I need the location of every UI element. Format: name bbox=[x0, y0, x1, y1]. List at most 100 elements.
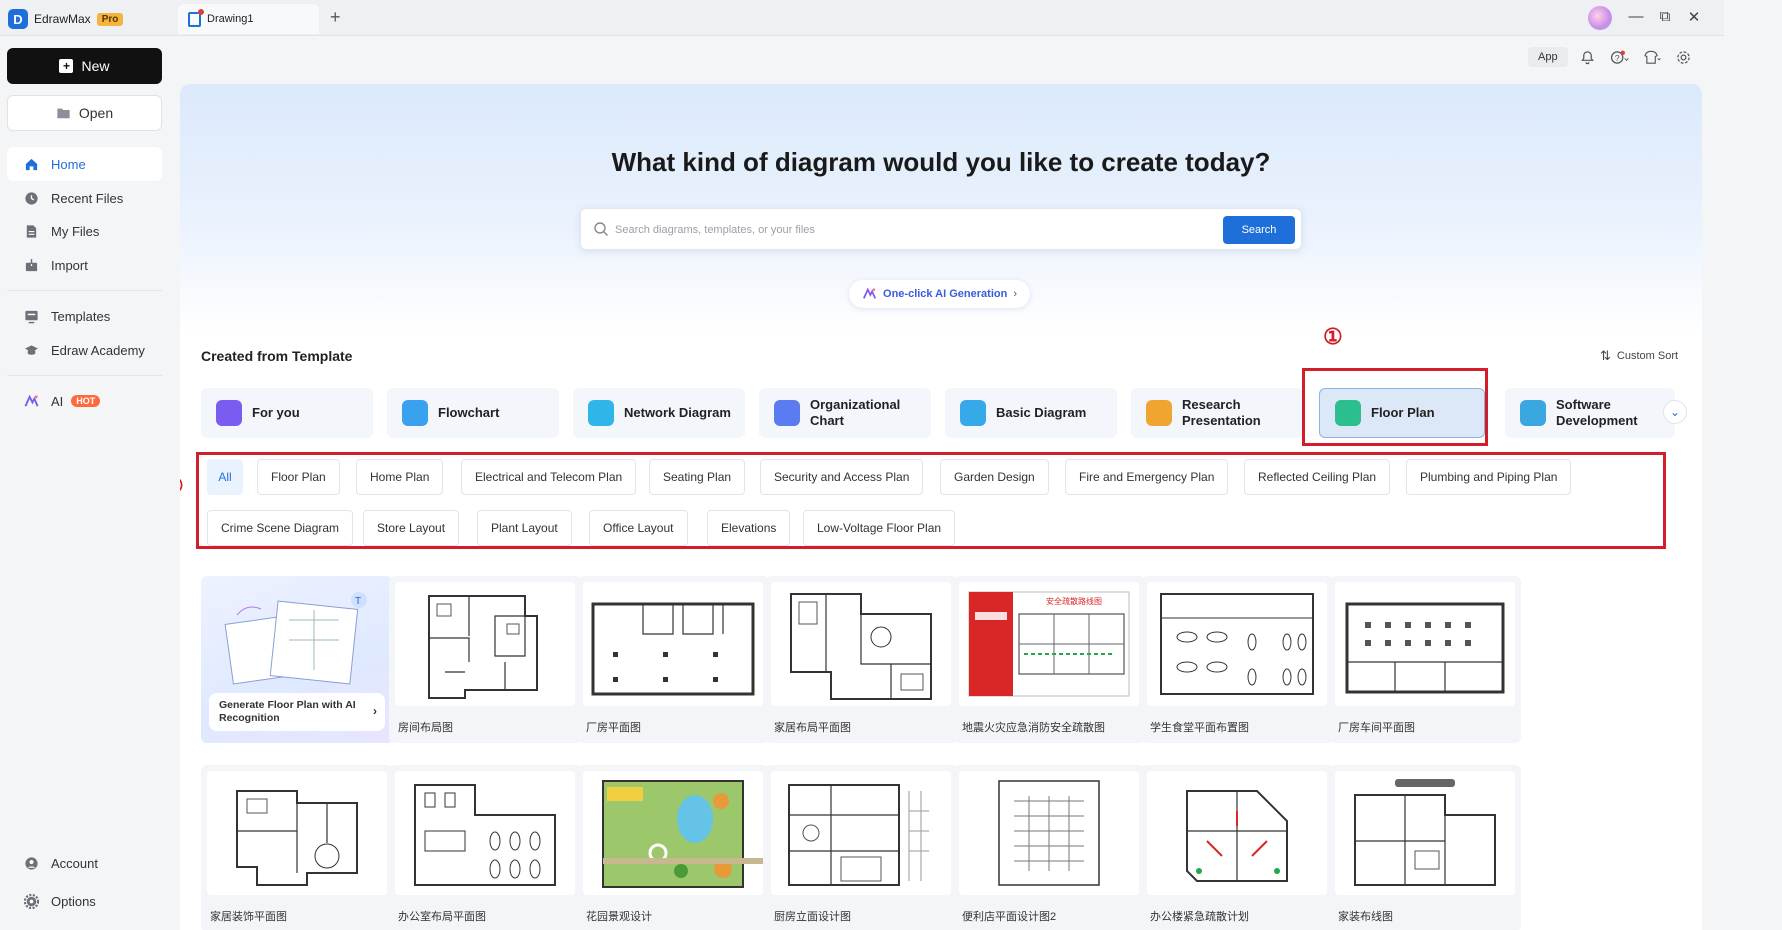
home-icon bbox=[25, 158, 38, 170]
template-label: 学生食堂平面布置图 bbox=[1150, 722, 1249, 734]
search-bar: Search bbox=[580, 208, 1302, 250]
shirt-icon[interactable] bbox=[1640, 46, 1664, 68]
template-card[interactable]: 厨房立面设计图 bbox=[765, 765, 957, 930]
filter-home-plan[interactable]: Home Plan bbox=[356, 459, 444, 495]
ai-floor-plan-illustration: T bbox=[224, 592, 367, 685]
template-card[interactable]: 便利店平面设计图2 bbox=[953, 765, 1145, 930]
ai-card-text: Generate Floor Plan with AI Recognition bbox=[219, 699, 356, 724]
new-button[interactable]: + New bbox=[7, 48, 162, 84]
sidebar-item-recent-files[interactable]: Recent Files bbox=[7, 181, 162, 215]
category-network-diagram[interactable]: Network Diagram bbox=[573, 388, 745, 438]
template-label: 办公室布局平面图 bbox=[398, 911, 486, 923]
template-card[interactable]: 房间布局图 bbox=[389, 576, 581, 743]
search-input[interactable] bbox=[615, 218, 1215, 242]
category-flowchart[interactable]: Flowchart bbox=[387, 388, 559, 438]
sidebar-item-edraw-academy[interactable]: Edraw Academy bbox=[7, 333, 162, 367]
template-thumbnail bbox=[395, 582, 575, 706]
sidebar-item-account[interactable]: Account bbox=[7, 846, 162, 880]
search-button[interactable]: Search bbox=[1223, 216, 1295, 244]
template-card[interactable]: 办公楼紧急疏散计划 bbox=[1141, 765, 1333, 930]
sidebar-item-import[interactable]: Import bbox=[7, 248, 162, 282]
template-thumbnail bbox=[1335, 771, 1515, 895]
category-basic-diagram[interactable]: Basic Diagram bbox=[945, 388, 1117, 438]
sidebar-item-label: Options bbox=[51, 893, 96, 909]
open-label: Open bbox=[78, 105, 114, 121]
template-card[interactable]: 花园景观设计 bbox=[577, 765, 769, 930]
highlight-box-1 bbox=[1302, 368, 1488, 446]
tab-drawing1[interactable]: Drawing1 bbox=[178, 4, 319, 34]
sidebar-item-templates[interactable]: Templates bbox=[7, 299, 162, 333]
template-thumbnail bbox=[1147, 771, 1327, 895]
category-label: Basic Diagram bbox=[996, 405, 1087, 420]
app-button[interactable]: App bbox=[1528, 47, 1568, 67]
sidebar-item-options[interactable]: Options bbox=[7, 884, 162, 918]
sidebar-item-label: Account bbox=[51, 855, 98, 871]
gear-icon bbox=[24, 893, 39, 909]
category-research-presentation[interactable]: Research Presentation bbox=[1131, 388, 1303, 438]
template-card[interactable]: 厂房车间平面图 bbox=[1329, 576, 1521, 743]
template-label: 房间布局图 bbox=[398, 722, 453, 734]
filter-seating-plan[interactable]: Seating Plan bbox=[649, 459, 746, 495]
filter-electrical-telecom[interactable]: Electrical and Telecom Plan bbox=[461, 459, 637, 495]
one-click-ai-button[interactable]: One-click AI Generation › bbox=[849, 280, 1030, 308]
help-icon[interactable]: ? bbox=[1608, 46, 1632, 68]
bell-icon[interactable] bbox=[1576, 46, 1600, 68]
filter-plant-layout[interactable]: Plant Layout bbox=[477, 510, 572, 546]
filter-elevations[interactable]: Elevations bbox=[707, 510, 791, 546]
search-icon bbox=[594, 222, 608, 236]
filter-low-voltage[interactable]: Low-Voltage Floor Plan bbox=[803, 510, 956, 546]
sidebar-item-label: AI bbox=[51, 393, 64, 409]
filter-fire-emergency[interactable]: Fire and Emergency Plan bbox=[1065, 459, 1229, 495]
filter-office-layout[interactable]: Office Layout bbox=[589, 510, 688, 546]
top-toolbar: App ? bbox=[1528, 46, 1696, 68]
filter-floor-plan[interactable]: Floor Plan bbox=[257, 459, 340, 495]
add-tab-icon[interactable]: + bbox=[330, 8, 341, 26]
filter-garden-design[interactable]: Garden Design bbox=[940, 459, 1049, 495]
category-for-you[interactable]: For you bbox=[201, 388, 373, 438]
document-icon bbox=[188, 8, 204, 27]
category-label: Research Presentation bbox=[1182, 397, 1261, 428]
template-card[interactable]: 安全疏散路线图 地震火灾应急消防安全疏散图 bbox=[953, 576, 1145, 743]
filter-all[interactable]: All bbox=[207, 459, 243, 495]
annotation-1: ① bbox=[1323, 324, 1343, 349]
template-card[interactable]: 家居布局平面图 bbox=[765, 576, 957, 743]
template-label: 厂房平面图 bbox=[586, 722, 641, 734]
sidebar-item-home[interactable]: Home bbox=[7, 147, 162, 181]
category-label: Software Development bbox=[1556, 397, 1638, 428]
sidebar-divider bbox=[7, 375, 162, 376]
template-card[interactable]: 厂房平面图 bbox=[577, 576, 769, 743]
flowchart-icon bbox=[402, 400, 428, 426]
filter-store-layout[interactable]: Store Layout bbox=[363, 510, 460, 546]
category-software-development[interactable]: Software Development bbox=[1505, 388, 1675, 438]
settings-icon[interactable] bbox=[1672, 46, 1696, 68]
academy-icon bbox=[24, 344, 39, 355]
sidebar-item-ai[interactable]: AI HOT bbox=[7, 384, 162, 418]
filter-plumbing-piping[interactable]: Plumbing and Piping Plan bbox=[1406, 459, 1572, 495]
chevron-down-icon[interactable]: ⌄ bbox=[1663, 400, 1687, 424]
filter-security-access[interactable]: Security and Access Plan bbox=[760, 459, 924, 495]
user-avatar[interactable] bbox=[1588, 6, 1612, 30]
import-icon bbox=[25, 258, 38, 271]
main-panel: What kind of diagram would you like to c… bbox=[180, 84, 1702, 930]
sidebar-item-label: Templates bbox=[51, 308, 111, 324]
template-card[interactable]: 办公室布局平面图 bbox=[389, 765, 581, 930]
restore-icon[interactable]: ⧉ bbox=[1656, 8, 1674, 25]
close-icon[interactable]: ✕ bbox=[1685, 8, 1703, 26]
template-card[interactable]: 家居装饰平面图 bbox=[201, 765, 393, 930]
hero-banner: What kind of diagram would you like to c… bbox=[180, 84, 1702, 334]
org-chart-icon bbox=[774, 400, 800, 426]
minimize-icon[interactable]: — bbox=[1627, 8, 1645, 25]
template-thumbnail bbox=[207, 771, 387, 895]
filter-crime-scene[interactable]: Crime Scene Diagram bbox=[207, 510, 354, 546]
category-organizational-chart[interactable]: Organizational Chart bbox=[759, 388, 931, 438]
filter-reflected-ceiling[interactable]: Reflected Ceiling Plan bbox=[1244, 459, 1391, 495]
custom-sort-button[interactable]: ⇅ Custom Sort bbox=[1600, 348, 1678, 364]
ai-floor-plan-card[interactable]: T Generate Floor Plan with AI Recognitio… bbox=[201, 576, 393, 743]
sidebar-item-my-files[interactable]: My Files bbox=[7, 214, 162, 248]
svg-text:?: ? bbox=[1614, 52, 1619, 62]
sidebar-item-label: My Files bbox=[51, 223, 100, 239]
template-card[interactable]: 学生食堂平面布置图 bbox=[1141, 576, 1333, 743]
open-button[interactable]: Open bbox=[7, 95, 162, 131]
template-label: 家装布线图 bbox=[1338, 911, 1393, 923]
template-card[interactable]: 家装布线图 bbox=[1329, 765, 1521, 930]
